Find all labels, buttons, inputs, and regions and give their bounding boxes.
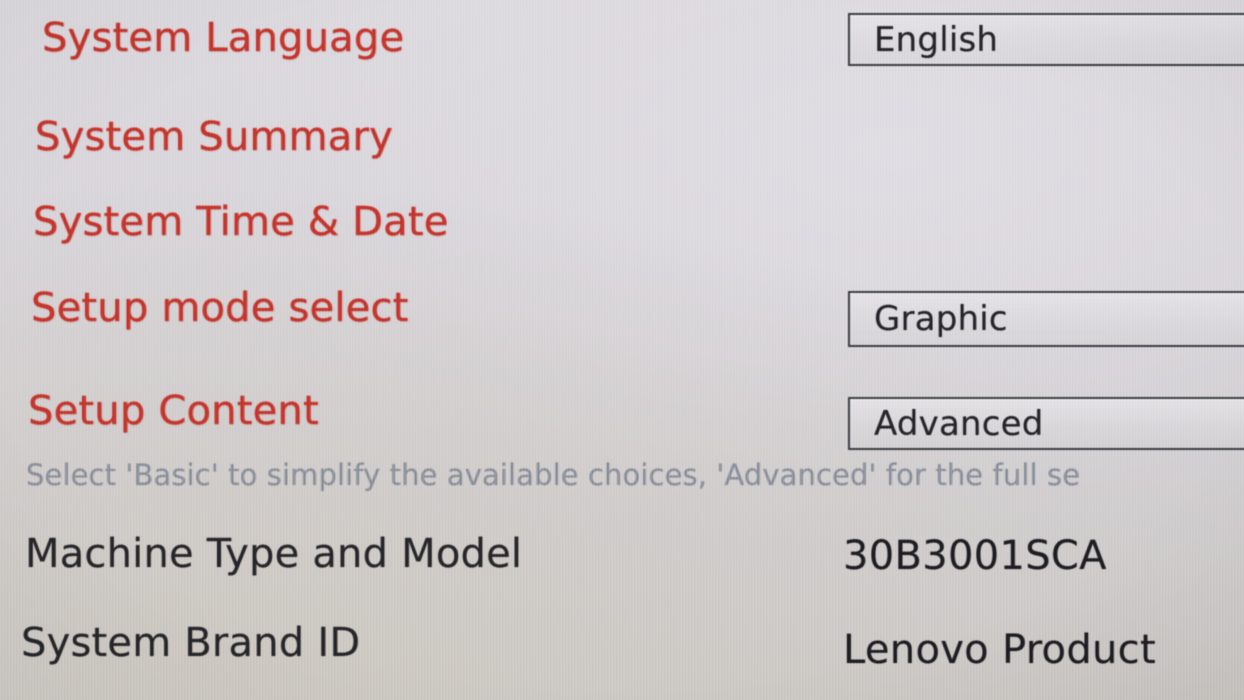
field-system-language[interactable]: English xyxy=(848,13,1244,66)
value-setup-mode-select: Graphic xyxy=(874,299,1008,339)
label-setup-mode-select[interactable]: Setup mode select xyxy=(31,285,409,331)
field-setup-mode-select[interactable]: Graphic xyxy=(848,291,1244,347)
help-text-setup-content: Select 'Basic' to simplify the available… xyxy=(26,458,1081,492)
label-system-language[interactable]: System Language xyxy=(42,15,404,61)
value-system-language: English xyxy=(874,19,999,60)
field-setup-content[interactable]: Advanced xyxy=(848,397,1244,450)
bios-setup-screen: System Language English System Summary S… xyxy=(0,0,1244,700)
label-machine-type-and-model: Machine Type and Model xyxy=(25,531,523,577)
label-system-time-and-date[interactable]: System Time & Date xyxy=(33,199,449,245)
value-machine-type-and-model: 30B3001SCA xyxy=(843,533,1107,579)
value-setup-content: Advanced xyxy=(874,403,1044,444)
label-setup-content[interactable]: Setup Content xyxy=(28,388,319,434)
label-system-brand-id: System Brand ID xyxy=(21,620,361,666)
value-system-brand-id: Lenovo Product xyxy=(843,627,1156,673)
label-system-summary[interactable]: System Summary xyxy=(35,114,393,160)
